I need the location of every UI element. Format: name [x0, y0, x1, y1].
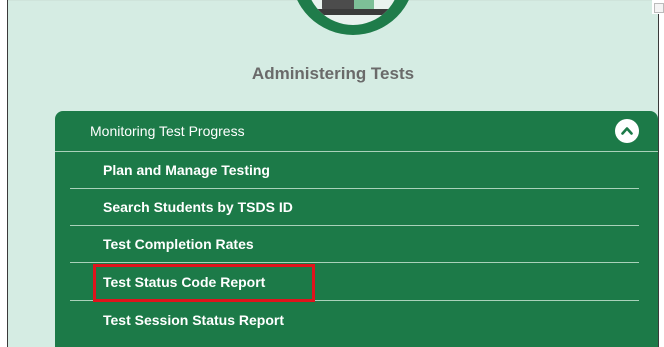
section-title: Administering Tests	[251, 64, 415, 83]
accordion-header[interactable]: Monitoring Test Progress	[55, 111, 658, 152]
menu-item-label: Search Students by TSDS ID	[103, 199, 293, 215]
menu-item-label: Test Session Status Report	[103, 312, 285, 328]
menu-item-search-students-by-tsds-id[interactable]: Search Students by TSDS ID	[70, 189, 639, 226]
monitoring-accordion: Monitoring Test Progress Plan and Manage…	[55, 111, 658, 347]
content-frame: Administering Tests Monitoring Test Prog…	[7, 0, 659, 347]
menu-item-label: Test Completion Rates	[103, 236, 254, 252]
menu-item-label: Plan and Manage Testing	[103, 162, 270, 178]
illustration-desk-shape	[316, 9, 390, 15]
highlight-annotation-box	[93, 264, 315, 302]
chevron-up-icon	[621, 127, 633, 135]
menu-item-test-completion-rates[interactable]: Test Completion Rates	[70, 226, 639, 263]
menu-item-plan-and-manage-testing[interactable]: Plan and Manage Testing	[70, 152, 639, 189]
corner-resize-icon	[652, 0, 664, 14]
accordion-header-label: Monitoring Test Progress	[90, 123, 245, 139]
menu-item-test-session-status-report[interactable]: Test Session Status Report	[70, 302, 639, 339]
collapse-button[interactable]	[615, 119, 639, 143]
administering-tests-panel: Administering Tests Monitoring Test Prog…	[8, 0, 658, 347]
